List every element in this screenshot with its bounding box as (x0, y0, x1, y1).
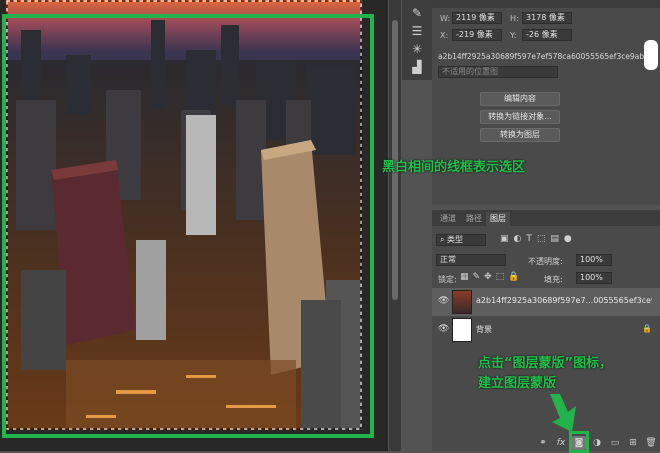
adjust-filter-icon[interactable]: ◐ (514, 234, 527, 244)
new-layer-icon[interactable]: ⊞ (626, 436, 640, 450)
shape-filter-icon[interactable]: ⬚ (537, 234, 551, 244)
mask-annotation-line1: 点击“图层蒙版”图标， (478, 356, 613, 371)
filter-toggle-icon[interactable]: ● (564, 234, 577, 244)
lock-all-icon[interactable]: 🔒 (508, 272, 523, 282)
tab-channels[interactable]: 通道 (436, 212, 460, 226)
edit-contents-button[interactable]: 编辑内容 (480, 92, 560, 106)
mask-icon-highlight (569, 431, 589, 453)
lock-paint-icon[interactable]: ✎ (473, 272, 485, 282)
settings-icon[interactable]: ✳ (408, 42, 426, 56)
filter-kind-label: 类型 (447, 235, 464, 244)
mask-annotation-line2: 建立图层蒙版 (478, 376, 557, 391)
lock-icon: 🔒 (642, 324, 652, 333)
height-field[interactable]: 3178 像素 (522, 12, 572, 24)
brush-icon[interactable]: ✎ (408, 6, 426, 20)
panel-toolstrip: ✎ ☰ ✳ ▟ (402, 0, 432, 80)
delete-layer-icon[interactable]: 🗑 (644, 436, 658, 450)
lock-artboard-icon[interactable]: ⬚ (496, 272, 509, 282)
convert-to-linked-button[interactable]: 转换为链接对象... (480, 110, 560, 124)
not-applied-field: 不适用的位置图 (438, 66, 558, 78)
fill-field[interactable]: 100% (576, 272, 612, 284)
x-label: X: (440, 31, 449, 40)
document-canvas[interactable] (0, 0, 388, 451)
arrow-icon (550, 394, 576, 432)
x-field[interactable]: -219 像素 (452, 29, 502, 41)
type-filter-icon[interactable]: T (526, 234, 537, 244)
layer-row-background[interactable]: 👁 背景 🔒 (432, 316, 660, 344)
canvas-scrollbar[interactable] (389, 0, 401, 451)
visibility-eye-icon[interactable]: 👁 (438, 297, 449, 306)
layer-name[interactable]: 背景 (476, 324, 652, 335)
new-group-icon[interactable]: ▭ (608, 436, 622, 450)
link-layers-icon[interactable]: ⚭ (536, 436, 550, 450)
h-label: H: (510, 14, 519, 23)
tab-paths[interactable]: 路径 (462, 212, 486, 226)
pixel-filter-icon[interactable]: ▣ (500, 234, 514, 244)
panel-scroll-indicator (644, 40, 658, 70)
tab-layers[interactable]: 图层 (486, 212, 510, 226)
layer-name[interactable]: a2b14ff2925a30689f597e7...0055565ef3ce9a… (476, 296, 652, 305)
layer-filter-select[interactable]: ⌕ 类型 (436, 234, 486, 246)
properties-header (432, 0, 660, 8)
blend-mode-select[interactable]: 正常 (436, 254, 506, 266)
opacity-label: 不透明度: (528, 257, 563, 266)
y-field[interactable]: -26 像素 (522, 29, 572, 41)
layer-row-smart-object[interactable]: 👁 a2b14ff2925a30689f597e7...0055565ef3ce… (432, 288, 660, 316)
linked-filename: a2b14ff2925a30689f597e7ef578ca60055565ef… (438, 52, 653, 61)
y-label: Y: (510, 31, 517, 40)
convert-to-layers-button[interactable]: 转换为图层 (480, 128, 560, 142)
layer-thumbnail (452, 318, 472, 342)
adjust-icon[interactable]: ☰ (408, 24, 426, 38)
layers-tabbar: 通道 路径 图层 (432, 210, 660, 226)
opacity-field[interactable]: 100% (576, 254, 612, 266)
fx-icon[interactable]: fx (554, 436, 568, 450)
filter-icons[interactable]: ▣◐T⬚▤● (500, 234, 577, 244)
selection-annotation: 黑白相间的线框表示选区 (382, 160, 526, 175)
w-label: W: (440, 14, 451, 23)
selection-highlight-box (2, 14, 374, 438)
histogram-icon[interactable]: ▟ (408, 60, 426, 74)
fill-label: 填充: (544, 275, 563, 284)
lock-icons[interactable]: ▦✎✥⬚🔒 (460, 272, 523, 282)
visibility-eye-icon[interactable]: 👁 (438, 325, 449, 334)
search-icon: ⌕ (440, 235, 448, 244)
layers-footer: ⚭ fx ◙ ◑ ▭ ⊞ 🗑 (432, 435, 660, 451)
lock-move-icon[interactable]: ✥ (484, 272, 496, 282)
lock-label: 锁定: (438, 275, 457, 284)
smart-filter-icon[interactable]: ▤ (550, 234, 564, 244)
layer-thumbnail (452, 290, 472, 314)
adjustment-layer-icon[interactable]: ◑ (590, 436, 604, 450)
lock-transparent-icon[interactable]: ▦ (460, 272, 473, 282)
width-field[interactable]: 2119 像素 (452, 12, 502, 24)
